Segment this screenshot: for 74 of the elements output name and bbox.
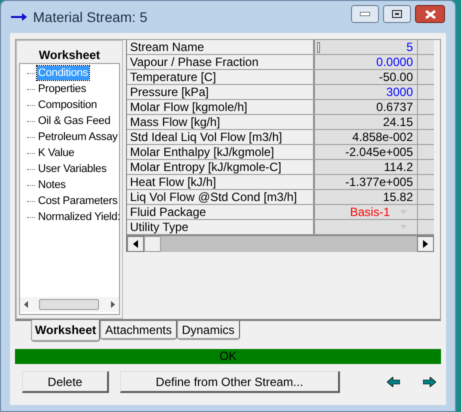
maximize-button[interactable]: [383, 5, 411, 23]
tree-item[interactable]: Petroleum Assay: [37, 130, 119, 144]
tree-item[interactable]: Oil & Gas Feed: [37, 114, 112, 128]
close-icon: [424, 10, 436, 18]
tree-item[interactable]: Properties: [37, 82, 88, 96]
action-button[interactable]: Define from Other Stream...: [120, 371, 340, 393]
cell-value: 0.0000: [376, 55, 413, 69]
scroll-thumb[interactable]: [39, 299, 99, 310]
tree-item[interactable]: User Variables: [37, 162, 108, 176]
forward-arrow-icon[interactable]: [423, 377, 436, 387]
property-label: Std Ideal Liq Vol Flow [m3/h]: [127, 130, 315, 144]
cell-value: 24.15: [382, 115, 413, 129]
property-label: Vapour / Phase Fraction: [127, 55, 315, 69]
window-title: Material Stream: 5: [33, 8, 148, 26]
arrow-icon: [11, 13, 27, 21]
cell-value: 3000: [386, 85, 413, 99]
property-label: Utility Type: [127, 220, 315, 234]
value-cell[interactable]: -2.045e+005: [315, 145, 418, 159]
dropdown-cell[interactable]: [315, 220, 418, 234]
scroll-left-icon[interactable]: [22, 300, 31, 309]
cell-value: 114.2: [384, 160, 413, 174]
value-cell[interactable]: 114.2: [315, 160, 418, 174]
scroll-right-button[interactable]: [417, 236, 434, 252]
status-bar: OK: [15, 349, 441, 364]
horizontal-scrollbar[interactable]: [20, 297, 119, 312]
property-label: Molar Flow [kgmole/h]: [127, 100, 315, 114]
property-label: Fluid Package: [127, 205, 315, 219]
tab[interactable]: Attachments: [100, 321, 177, 340]
cell-value: -50.00: [378, 70, 413, 84]
property-label: Heat Flow [kJ/h]: [127, 175, 315, 189]
back-arrow-icon[interactable]: [387, 377, 400, 387]
property-label: Molar Entropy [kJ/kgmole-C]: [127, 160, 315, 174]
horizontal-scrollbar[interactable]: [127, 235, 434, 252]
property-label: Mass Flow [kg/h]: [127, 115, 315, 129]
cell-value: 5: [406, 40, 413, 54]
value-cell[interactable]: -50.00: [315, 70, 418, 84]
value-cell[interactable]: 0.0000: [315, 55, 418, 69]
tree-item[interactable]: Composition: [37, 98, 98, 112]
cell-value: 4.858e-002: [352, 130, 413, 144]
property-label: Stream Name: [127, 40, 315, 54]
text-cursor: [317, 42, 320, 52]
action-button[interactable]: Delete: [22, 371, 109, 393]
minimize-icon: [360, 12, 370, 16]
tab[interactable]: Worksheet: [31, 320, 100, 342]
value-cell[interactable]: 0.6737: [315, 100, 418, 114]
scroll-left-icon: [133, 240, 138, 248]
value-cell[interactable]: 5: [315, 40, 418, 54]
tree-item[interactable]: Normalized Yield:: [37, 210, 122, 224]
cell-value: 15.82: [382, 190, 413, 204]
cell-value: Basis-1: [350, 205, 390, 219]
scroll-right-icon[interactable]: [108, 300, 117, 309]
property-label: Molar Enthalpy [kJ/kgmole]: [127, 145, 315, 159]
property-label: Temperature [C]: [127, 70, 315, 84]
value-cell[interactable]: 15.82: [315, 190, 418, 204]
tree-item[interactable]: Cost Parameters: [37, 194, 119, 208]
value-cell[interactable]: 4.858e-002: [315, 130, 418, 144]
cell-value: -1.377e+005: [345, 175, 413, 189]
scroll-left-button[interactable]: [127, 236, 144, 252]
value-cell[interactable]: 24.15: [315, 115, 418, 129]
value-cell[interactable]: 3000: [315, 85, 418, 99]
close-button[interactable]: [415, 5, 445, 23]
cell-value: -2.045e+005: [345, 145, 413, 159]
tree-item[interactable]: Notes: [37, 178, 67, 192]
property-label: Liq Vol Flow @Std Cond [m3/h]: [127, 190, 315, 204]
minimize-button[interactable]: [351, 5, 379, 23]
property-label: Pressure [kPa]: [127, 85, 315, 99]
tab[interactable]: Dynamics: [176, 321, 240, 340]
scroll-right-icon: [423, 240, 428, 248]
panel-title: Worksheet: [38, 47, 102, 61]
restore-icon: [392, 10, 402, 18]
cell-value: 0.6737: [376, 100, 413, 114]
value-cell[interactable]: -1.377e+005: [315, 175, 418, 189]
scroll-thumb[interactable]: [144, 236, 161, 252]
tree-item[interactable]: K Value: [37, 146, 76, 160]
